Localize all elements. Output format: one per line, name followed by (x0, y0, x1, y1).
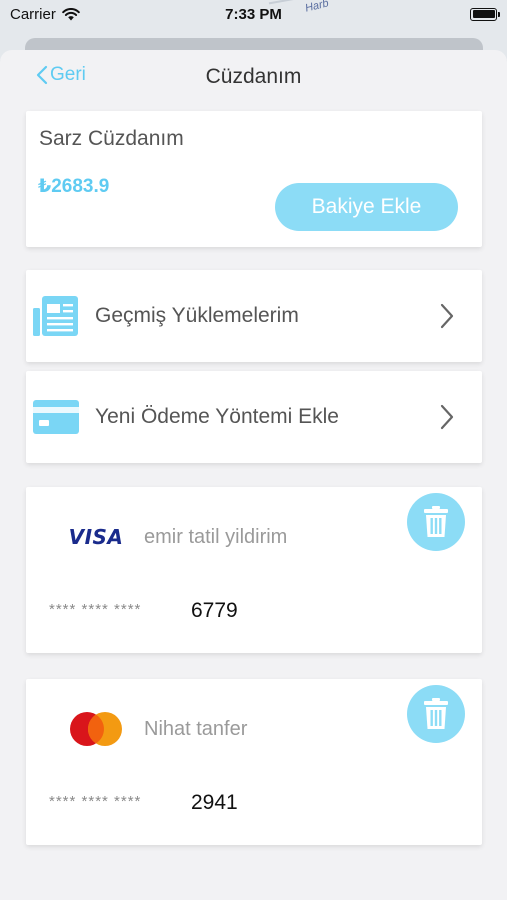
carrier-label: Carrier (10, 5, 56, 23)
history-document-icon (33, 293, 79, 339)
visa-logo: VISA (68, 525, 124, 549)
chevron-left-icon (36, 65, 48, 85)
trash-icon (424, 506, 448, 537)
chevron-right-icon (440, 303, 454, 329)
menu-item-history[interactable]: Geçmiş Yüklemelerim (26, 270, 482, 362)
battery-icon (470, 7, 500, 21)
menu-item-label: Yeni Ödeme Yöntemi Ekle (95, 405, 339, 428)
card-masked-digits: **** **** **** (49, 793, 142, 810)
wallet-balance: ₺2683.9 (38, 176, 110, 197)
chevron-right-icon (440, 404, 454, 430)
status-bar: Carrier 7:33 PM (0, 0, 507, 28)
card-masked-digits: **** **** **** (49, 601, 142, 618)
trash-icon (424, 698, 448, 729)
credit-card-icon (33, 394, 79, 440)
wallet-sheet: Geri Cüzdanım Sarz Cüzdanım ₺2683.9 Baki… (0, 50, 507, 900)
wallet-name: Sarz Cüzdanım (39, 127, 184, 150)
card-last-four: 2941 (191, 791, 238, 814)
card-last-four: 6779 (191, 599, 238, 622)
wallet-card: Sarz Cüzdanım ₺2683.9 Bakiye Ekle (26, 111, 482, 247)
wifi-icon (62, 7, 80, 20)
status-left: Carrier (10, 6, 80, 23)
back-button[interactable]: Geri (36, 64, 86, 86)
saved-card-visa: VISA emir tatil yildirim **** **** **** … (26, 487, 482, 653)
mastercard-logo (66, 712, 126, 746)
delete-card-button[interactable] (407, 493, 465, 551)
back-label: Geri (50, 64, 86, 85)
navigation-bar: Geri Cüzdanım (0, 50, 507, 104)
card-holder-name: Nihat tanfer (144, 718, 248, 740)
add-balance-button[interactable]: Bakiye Ekle (275, 183, 458, 231)
delete-card-button[interactable] (407, 685, 465, 743)
menu-item-add-payment[interactable]: Yeni Ödeme Yöntemi Ekle (26, 371, 482, 463)
card-holder-name: emir tatil yildirim (144, 526, 288, 548)
menu-item-label: Geçmiş Yüklemelerim (95, 304, 299, 327)
saved-card-mastercard: Nihat tanfer **** **** **** 2941 (26, 679, 482, 845)
